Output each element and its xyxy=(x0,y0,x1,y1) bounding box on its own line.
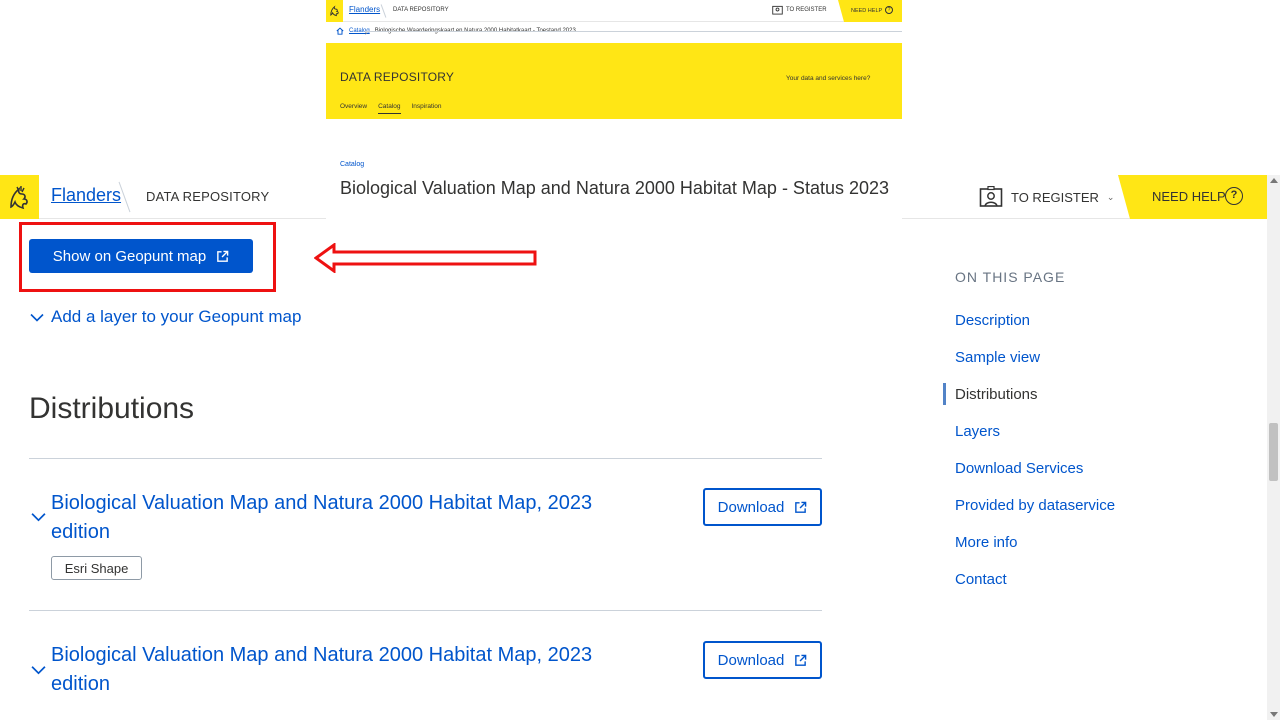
inset-register-label: TO REGISTER xyxy=(786,7,827,13)
section-label: DATA REPOSITORY xyxy=(146,189,270,204)
tab-catalog[interactable]: Catalog xyxy=(378,103,401,114)
register-button[interactable]: TO REGISTER ⌄ xyxy=(979,185,1114,209)
toc-item-layers[interactable]: Layers xyxy=(955,423,1000,440)
tab-inspiration[interactable]: Inspiration xyxy=(412,103,442,114)
add-layer-toggle[interactable]: Add a layer to your Geopunt map xyxy=(30,307,301,327)
divider xyxy=(29,458,822,459)
inset-need-help-label: NEED HELP xyxy=(851,8,883,14)
external-link-icon xyxy=(795,654,807,666)
inset-screenshot: Flanders DATA REPOSITORY TO REGISTER NEE… xyxy=(326,0,902,222)
distributions-heading: Distributions xyxy=(29,392,195,425)
annotation-arrow-icon xyxy=(314,243,537,273)
flanders-lion-icon xyxy=(330,5,339,17)
inset-band-tagline[interactable]: Your data and services here? xyxy=(786,75,870,82)
id-card-icon xyxy=(772,5,783,15)
inset-nav-tabs: Overview Catalog Inspiration xyxy=(340,103,442,114)
inset-header: Flanders DATA REPOSITORY TO REGISTER NEE… xyxy=(326,0,902,22)
inset-catalog-label[interactable]: Catalog xyxy=(340,161,364,168)
inset-hero-band: DATA REPOSITORY Your data and services h… xyxy=(326,43,902,119)
download-button[interactable]: Download xyxy=(703,641,822,679)
divider xyxy=(29,610,822,611)
toc-item-provided-by[interactable]: Provided by dataservice xyxy=(955,497,1115,514)
flanders-logo[interactable] xyxy=(0,175,39,219)
inset-header-divider xyxy=(380,4,387,18)
add-layer-label: Add a layer to your Geopunt map xyxy=(51,307,302,326)
toc-item-description[interactable]: Description xyxy=(955,312,1030,329)
toc-active-indicator xyxy=(943,383,946,405)
flanders-lion-icon xyxy=(10,186,28,210)
inset-need-help-button[interactable]: NEED HELP ? xyxy=(838,0,902,22)
need-help-label: NEED HELP xyxy=(1152,189,1226,204)
chevron-down-icon: ⌄ xyxy=(1106,191,1115,202)
toc-item-download-services[interactable]: Download Services xyxy=(955,460,1083,477)
scroll-down-icon[interactable] xyxy=(1270,712,1278,717)
annotation-highlight-box xyxy=(19,222,276,292)
toc-item-contact[interactable]: Contact xyxy=(955,571,1007,588)
scroll-up-icon[interactable] xyxy=(1270,178,1278,183)
toc-heading: ON THIS PAGE xyxy=(955,269,1066,285)
inset-brand-link[interactable]: Flanders xyxy=(349,5,380,14)
vertical-scrollbar[interactable] xyxy=(1267,175,1280,720)
format-tag: Esri Shape xyxy=(51,556,142,580)
distribution-title[interactable]: Biological Valuation Map and Natura 2000… xyxy=(51,641,611,699)
help-circle-icon: ? xyxy=(1225,187,1243,205)
inset-breadcrumb: › Catalog › Biologische Waarderingskaart… xyxy=(336,27,902,37)
chevron-down-icon xyxy=(30,313,44,322)
chevron-down-icon[interactable] xyxy=(31,665,46,675)
scrollbar-thumb[interactable] xyxy=(1269,423,1278,481)
inset-flanders-logo[interactable] xyxy=(326,0,343,22)
chevron-down-icon[interactable] xyxy=(31,512,46,522)
inset-register-button[interactable]: TO REGISTER xyxy=(772,5,827,15)
external-link-icon xyxy=(795,501,807,513)
register-label: TO REGISTER xyxy=(1011,189,1099,205)
toc-item-distributions[interactable]: Distributions xyxy=(955,386,1038,403)
download-label: Download xyxy=(717,498,785,516)
download-label: Download xyxy=(717,651,785,669)
toc-item-more-info[interactable]: More info xyxy=(955,534,1018,551)
breadcrumb-separator: › xyxy=(365,30,902,37)
download-button[interactable]: Download xyxy=(703,488,822,526)
brand-link[interactable]: Flanders xyxy=(51,185,121,206)
tab-overview[interactable]: Overview xyxy=(340,103,367,114)
inset-page-title: Biological Valuation Map and Natura 2000… xyxy=(340,178,890,198)
inset-section-label: DATA REPOSITORY xyxy=(393,7,449,13)
home-icon[interactable] xyxy=(336,27,344,35)
inset-band-title: DATA REPOSITORY xyxy=(340,70,455,84)
id-card-icon xyxy=(979,186,1003,207)
toc-item-sample-view[interactable]: Sample view xyxy=(955,349,1040,366)
distribution-title[interactable]: Biological Valuation Map and Natura 2000… xyxy=(51,489,611,547)
help-circle-icon: ? xyxy=(885,6,893,14)
need-help-button[interactable]: NEED HELP ? xyxy=(1118,175,1267,219)
